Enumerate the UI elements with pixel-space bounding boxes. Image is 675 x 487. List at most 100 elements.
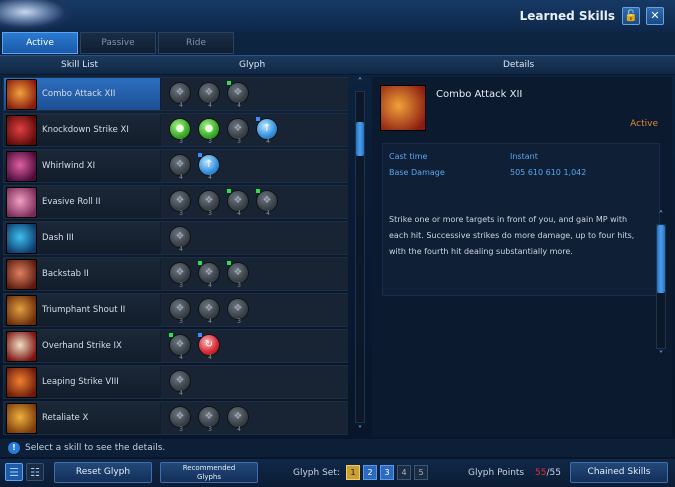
- glyph-slot-icon[interactable]: ❖ 3: [169, 190, 191, 217]
- scroll-thumb[interactable]: [356, 121, 364, 156]
- skill-icon[interactable]: [6, 259, 37, 290]
- glyph-slot-icon[interactable]: ↑ 4: [198, 153, 220, 181]
- skill-icon[interactable]: [6, 115, 37, 146]
- glyph-symbol-icon: ❖: [233, 303, 243, 314]
- grid-view-icon[interactable]: ☷: [26, 463, 44, 481]
- skill-name-cell[interactable]: Dash III: [4, 222, 160, 254]
- glyph-slot-icon[interactable]: ❖ 3: [227, 298, 249, 325]
- glyph-set-label: Glyph Set:: [293, 468, 340, 478]
- skill-name-cell[interactable]: Combo Attack XII: [4, 78, 160, 110]
- glyph-slot-icon[interactable]: ❖ 4: [198, 261, 220, 289]
- skill-name-cell[interactable]: Retaliate X: [4, 402, 160, 434]
- glyph-slot-icon[interactable]: ❖ 3: [227, 118, 249, 145]
- status-text: Select a skill to see the details.: [25, 443, 166, 453]
- glyph-symbol-icon: ❖: [175, 195, 185, 206]
- glyph-set-3-button[interactable]: 3: [380, 465, 394, 480]
- skill-icon[interactable]: [6, 223, 37, 254]
- glyph-slot-icon[interactable]: ❖ 4: [198, 82, 220, 109]
- glyph-slot-icon[interactable]: ❖ 4: [169, 370, 191, 397]
- skill-name-cell[interactable]: Evasive Roll II: [4, 186, 160, 218]
- skill-row[interactable]: Dash III ❖ 4: [3, 221, 348, 255]
- skill-row[interactable]: Retaliate X ❖ 3 ❖ 3 ❖ 4: [3, 401, 348, 435]
- close-icon[interactable]: ✕: [646, 7, 664, 25]
- skill-description: Strike one or more targets in front of y…: [389, 215, 635, 256]
- skill-row[interactable]: Whirlwind XI ❖ 4 ↑ 4: [3, 149, 348, 183]
- skill-row[interactable]: Backstab II ❖ 3 ❖ 4 ❖ 3: [3, 257, 348, 291]
- skill-name: Triumphant Shout II: [42, 305, 126, 315]
- glyph-slot-icon[interactable]: ❖ 4: [169, 226, 191, 253]
- glyph-set-1-button[interactable]: 1: [346, 465, 360, 480]
- skill-icon[interactable]: [6, 403, 37, 434]
- scroll-up-icon[interactable]: ˄: [654, 210, 668, 222]
- glyph-symbol-icon: ❖: [175, 87, 185, 98]
- skill-name-cell[interactable]: Knockdown Strike XI: [4, 114, 160, 146]
- glyph-slot-icon[interactable]: ❖ 4: [198, 298, 220, 325]
- list-view-icon[interactable]: ☰: [5, 463, 23, 481]
- scroll-down-icon[interactable]: ˅: [654, 350, 668, 362]
- glyph-flag-icon: [227, 261, 231, 265]
- skill-name: Overhand Strike IX: [42, 341, 122, 351]
- glyph-slot-icon[interactable]: ❖ 3: [169, 262, 191, 289]
- glyph-flag-icon: [256, 117, 260, 121]
- detail-skill-type: Active: [630, 119, 658, 129]
- glyph-set-2-button[interactable]: 2: [363, 465, 377, 480]
- skill-row[interactable]: Evasive Roll II ❖ 3 ❖ 3 ❖ 4 ❖ 4: [3, 185, 348, 219]
- tab-ride[interactable]: Ride: [158, 32, 234, 54]
- glyph-header: Glyph: [239, 60, 266, 70]
- glyph-slot-icon[interactable]: ❖ 4: [169, 154, 191, 181]
- scroll-track[interactable]: [656, 224, 666, 349]
- glyph-slot-icon[interactable]: ❖ 3: [169, 406, 191, 433]
- recommended-glyphs-button[interactable]: Recommended Glyphs: [160, 462, 258, 483]
- glyph-slot-icon[interactable]: ↑ 4: [256, 117, 278, 145]
- glyph-slot-icon[interactable]: ❖ 4: [227, 81, 249, 109]
- skill-name-cell[interactable]: Leaping Strike VIII: [4, 366, 160, 398]
- tab-active[interactable]: Active: [2, 32, 78, 54]
- glyph-slot-icon[interactable]: ❖ 4: [169, 333, 191, 361]
- glyph-cost: 3: [179, 282, 183, 289]
- skill-row[interactable]: Leaping Strike VIII ❖ 4: [3, 365, 348, 399]
- glyph-slot-icon[interactable]: ❖ 4: [169, 82, 191, 109]
- scroll-track[interactable]: [355, 91, 365, 423]
- skill-name-cell[interactable]: Backstab II: [4, 258, 160, 290]
- skill-row[interactable]: Triumphant Shout II ❖ 3 ❖ 4 ❖ 3: [3, 293, 348, 327]
- chained-skills-button[interactable]: Chained Skills: [570, 462, 668, 483]
- glyph-slot-icon[interactable]: ● 3: [169, 118, 191, 145]
- glyph-slot-icon[interactable]: ↻ 4: [198, 333, 220, 361]
- skill-icon[interactable]: [6, 79, 37, 110]
- skill-icon[interactable]: [6, 151, 37, 182]
- reset-glyph-button[interactable]: Reset Glyph: [54, 462, 152, 483]
- skill-name-cell[interactable]: Whirlwind XI: [4, 150, 160, 182]
- skill-row[interactable]: Combo Attack XII ❖ 4 ❖ 4 ❖ 4: [3, 77, 348, 111]
- glyph-symbol-icon: ❖: [204, 195, 214, 206]
- glyph-symbol-icon: ↻: [204, 339, 214, 350]
- glyph-slot-icon[interactable]: ❖ 3: [198, 406, 220, 433]
- glyph-set-4-button[interactable]: 4: [397, 465, 411, 480]
- glyph-points-value: 55/55: [535, 468, 561, 478]
- scroll-up-icon[interactable]: ˄: [353, 77, 367, 89]
- glyph-slot-icon[interactable]: ● 3: [198, 118, 220, 145]
- info-icon: !: [8, 442, 20, 454]
- skill-name-cell[interactable]: Triumphant Shout II: [4, 294, 160, 326]
- skill-icon[interactable]: [6, 187, 37, 218]
- glyph-slot-icon[interactable]: ❖ 4: [227, 406, 249, 433]
- glyph-set-5-button[interactable]: 5: [414, 465, 428, 480]
- scroll-down-icon[interactable]: ˅: [353, 425, 367, 437]
- skill-icon[interactable]: [6, 367, 37, 398]
- glyph-slot-icon[interactable]: ❖ 4: [227, 189, 249, 217]
- glyph-cost: 4: [237, 210, 241, 217]
- skill-icon[interactable]: [6, 331, 37, 362]
- skill-row[interactable]: Knockdown Strike XI ● 3 ● 3 ❖ 3 ↑ 4: [3, 113, 348, 147]
- skill-icon[interactable]: [6, 295, 37, 326]
- glyph-slot-icon[interactable]: ❖ 3: [198, 190, 220, 217]
- glyph-slot-icon[interactable]: ❖ 4: [256, 189, 278, 217]
- glyph-slot-icon[interactable]: ❖ 3: [227, 261, 249, 289]
- glyph-slot-icon[interactable]: ❖ 3: [169, 298, 191, 325]
- skill-name-cell[interactable]: Overhand Strike IX: [4, 330, 160, 362]
- glyph-symbol-icon: ❖: [233, 87, 243, 98]
- skill-list-scrollbar[interactable]: ˄ ˅: [352, 77, 368, 437]
- details-scrollbar[interactable]: ˄ ˅: [653, 210, 669, 363]
- tab-passive[interactable]: Passive: [80, 32, 156, 54]
- scroll-thumb[interactable]: [657, 225, 665, 293]
- lock-open-icon[interactable]: 🔓: [622, 7, 640, 25]
- skill-row[interactable]: Overhand Strike IX ❖ 4 ↻ 4: [3, 329, 348, 363]
